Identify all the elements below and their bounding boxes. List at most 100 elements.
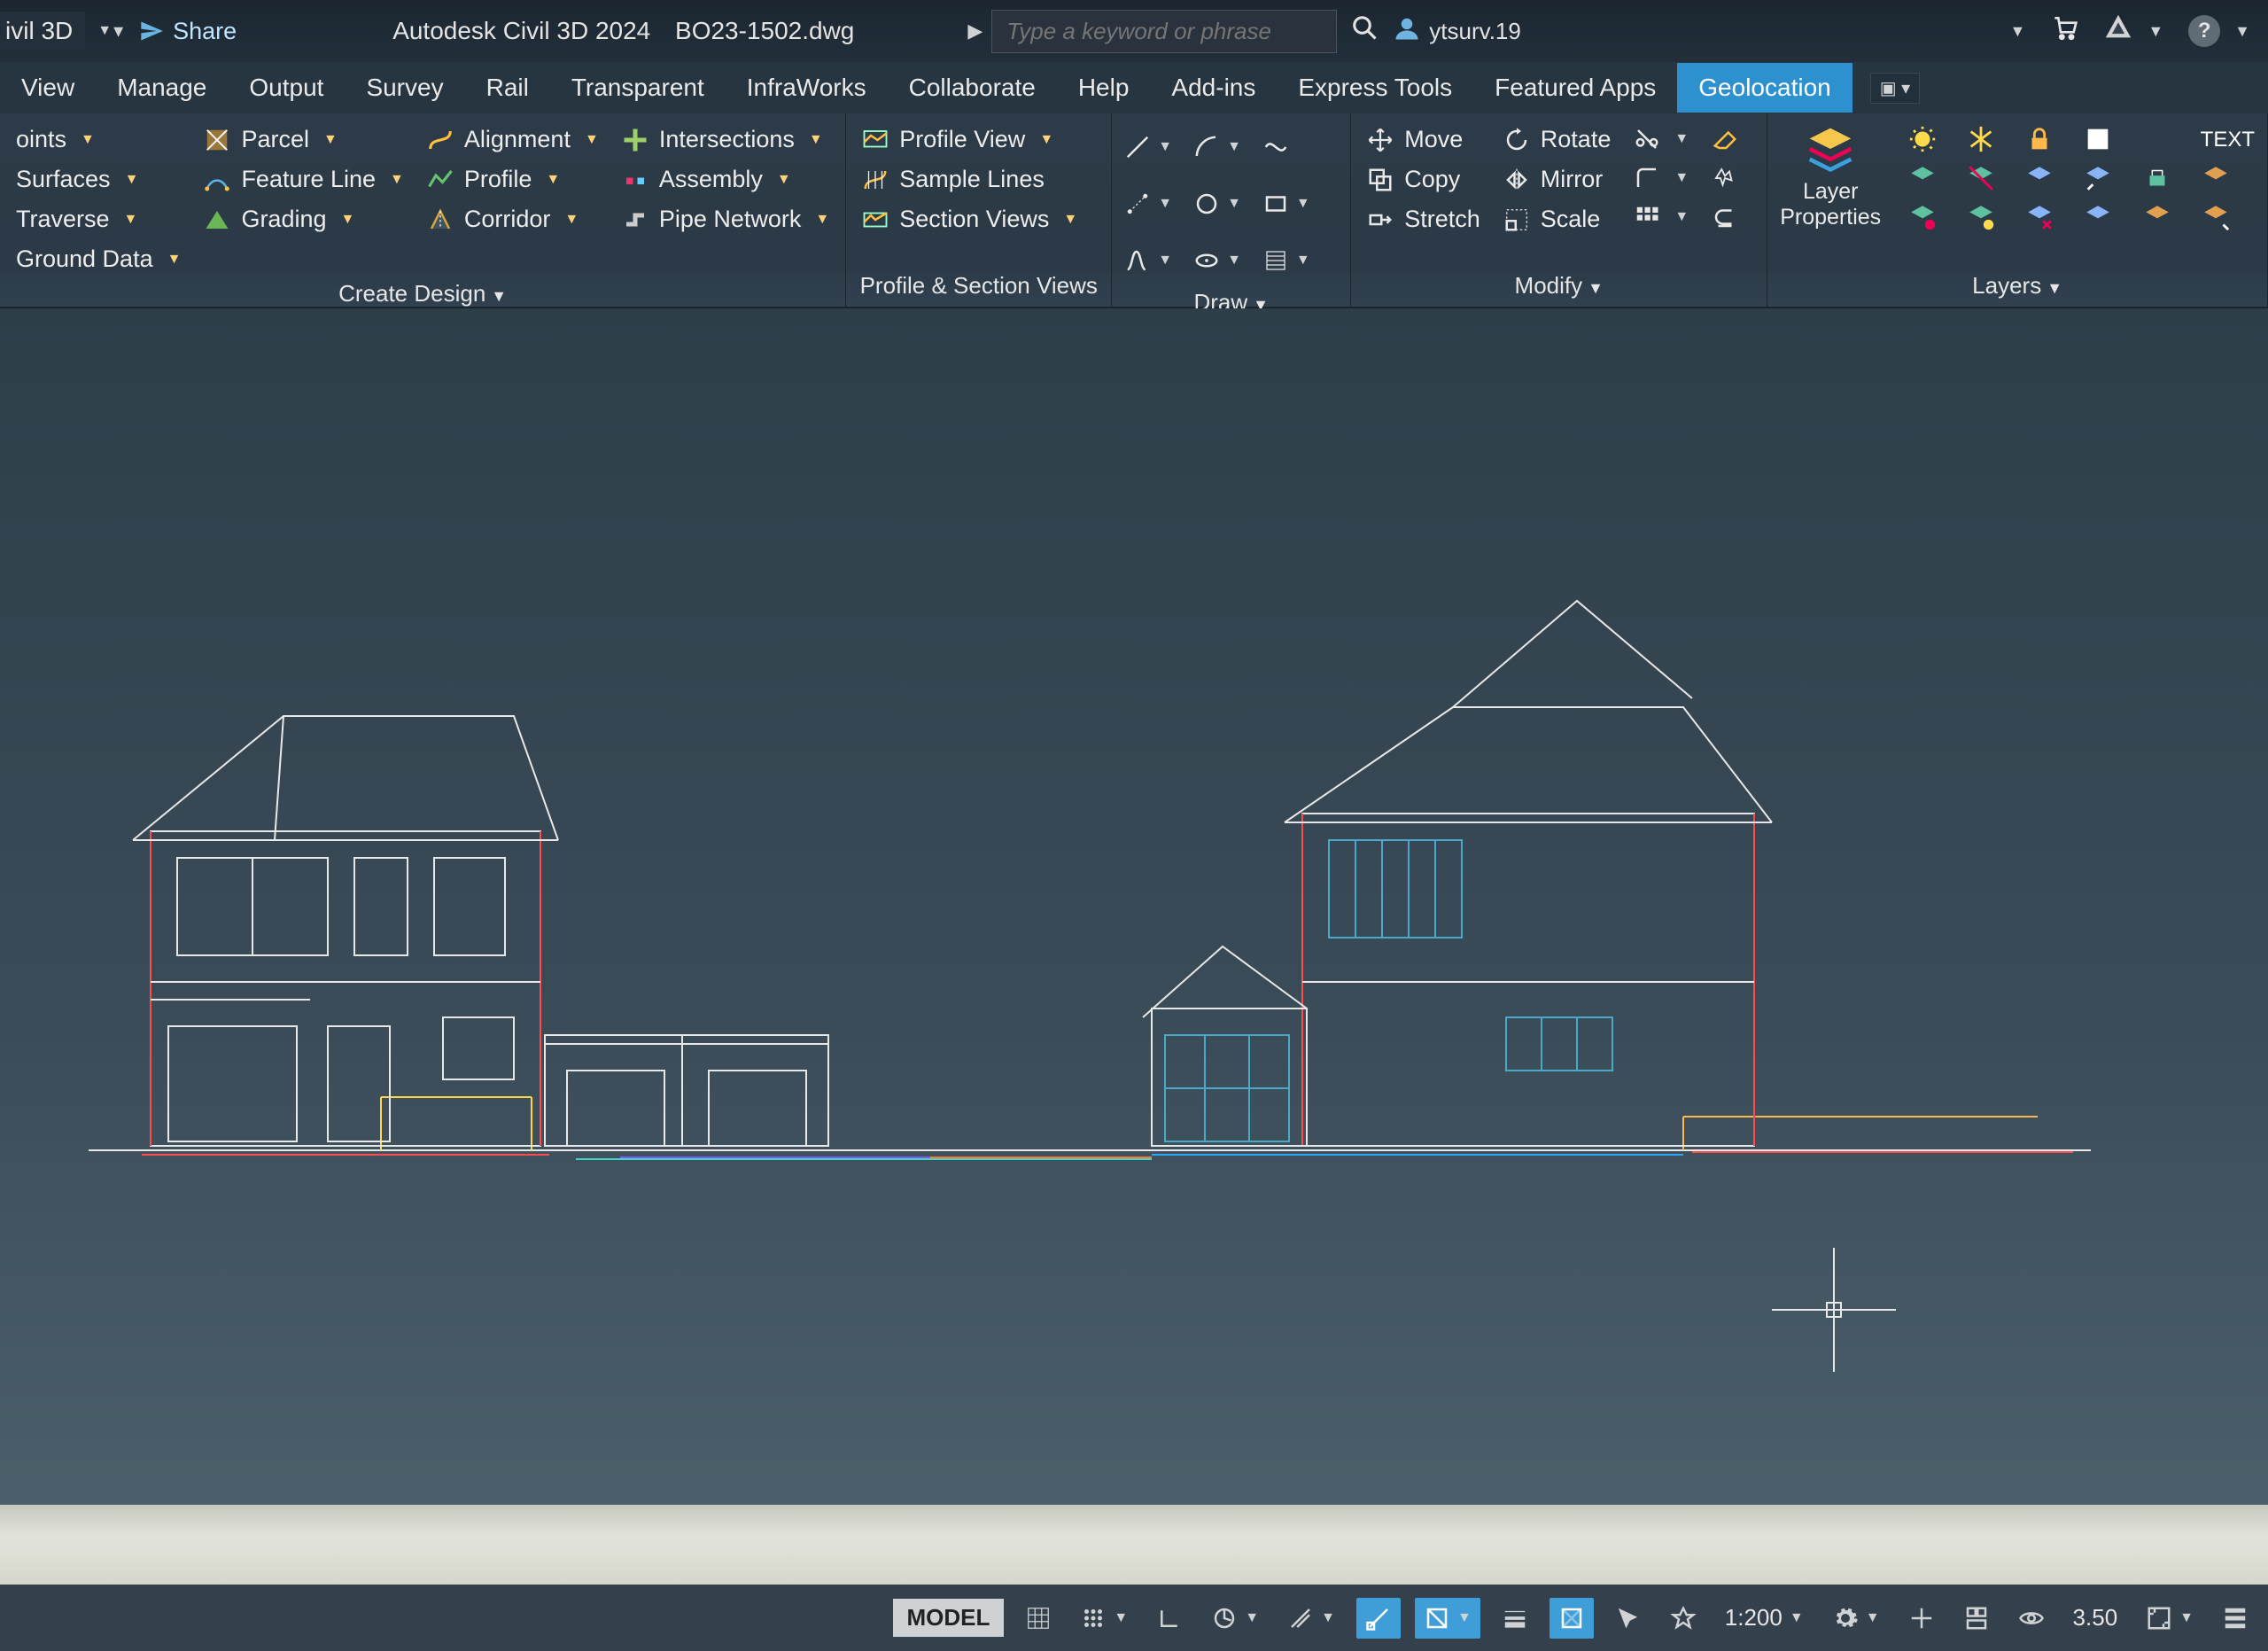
annotation-toggle[interactable] <box>1663 1601 1704 1635</box>
layer-del-icon[interactable] <box>2024 202 2054 232</box>
tab-output[interactable]: Output <box>228 63 345 113</box>
snap-mode-toggle[interactable]: ▼ <box>1073 1601 1135 1635</box>
user-dropdown-icon[interactable]: ▼ <box>2010 22 2026 41</box>
lineweight-value[interactable]: 3.50 <box>2066 1600 2125 1635</box>
stretch-button[interactable]: Stretch <box>1363 204 1484 235</box>
panel-layers-title[interactable]: Layers▼ <box>1780 267 2255 305</box>
erase-button[interactable] <box>1708 124 1742 154</box>
layer-iso-icon[interactable] <box>1907 163 1938 193</box>
ellipse-tool[interactable]: ▼ <box>1193 247 1241 274</box>
sample-lines-button[interactable]: Sample Lines <box>858 164 1081 195</box>
traverse-button[interactable]: Traverse▼ <box>12 204 184 235</box>
nurbs-tool[interactable]: ▼ <box>1124 191 1172 217</box>
search-icon[interactable] <box>1351 14 1378 48</box>
tab-rail[interactable]: Rail <box>465 63 550 113</box>
layer-walk-icon[interactable] <box>2024 163 2054 193</box>
circle-tool[interactable]: ▼ <box>1193 191 1241 217</box>
layer-properties-button[interactable]: Layer Properties <box>1780 124 1881 230</box>
tab-help[interactable]: Help <box>1057 63 1151 113</box>
lineweight-toggle[interactable] <box>1495 1601 1535 1635</box>
help-dropdown-icon[interactable]: ▼ <box>2234 22 2250 41</box>
clean-screen-icon[interactable]: ▼ <box>2139 1601 2201 1635</box>
alignment-button[interactable]: Alignment▼ <box>423 124 602 155</box>
layer-on-icon[interactable] <box>1907 124 1938 154</box>
annotation-scale[interactable]: 1:200▼ <box>1718 1600 1811 1635</box>
isodraft-toggle[interactable]: ▼ <box>1280 1601 1342 1635</box>
workspace-gear-icon[interactable]: ▼ <box>1825 1601 1887 1635</box>
tab-manage[interactable]: Manage <box>96 63 228 113</box>
text-label[interactable]: TEXT <box>2201 124 2255 156</box>
osnap3d-toggle[interactable]: ▼ <box>1415 1598 1480 1639</box>
layer-off-icon[interactable] <box>1907 202 1938 232</box>
explode-button[interactable] <box>1708 163 1742 193</box>
share-button[interactable]: Share <box>132 14 244 49</box>
grid-display-toggle[interactable] <box>1018 1601 1059 1635</box>
help-icon[interactable]: ? <box>2188 15 2220 47</box>
assembly-button[interactable]: Assembly▼ <box>618 164 833 195</box>
layer-lock-icon[interactable] <box>2024 124 2054 154</box>
layer-uniso-icon[interactable] <box>1966 163 1996 193</box>
layer-merge-icon[interactable] <box>2142 163 2172 193</box>
mirror-button[interactable]: Mirror <box>1500 164 1615 195</box>
panel-modify-title[interactable]: Modify▼ <box>1363 267 1754 305</box>
drawing-canvas[interactable] <box>0 308 2268 1505</box>
array-button[interactable]: ▼ <box>1630 202 1692 232</box>
layer-color-icon[interactable] <box>2083 124 2113 154</box>
workspace-dropdown-icon[interactable]: ▼ <box>97 23 112 39</box>
qat-pin-icon[interactable]: ▾ <box>113 19 123 43</box>
points-button[interactable]: oints▼ <box>12 124 184 155</box>
tabs-overflow-button[interactable]: ▣ ▾ <box>1870 73 1921 104</box>
layer-make-icon[interactable] <box>2201 202 2231 232</box>
rotate-button[interactable]: Rotate <box>1500 124 1615 155</box>
tab-view[interactable]: View <box>0 63 96 113</box>
layer-thaw-icon[interactable] <box>1966 202 1996 232</box>
panel-create-design-title[interactable]: Create Design▼ <box>12 275 833 313</box>
fillet-button[interactable]: ▼ <box>1630 163 1692 193</box>
feature-line-button[interactable]: Feature Line▼ <box>200 164 407 195</box>
ground-data-button[interactable]: Ground Data▼ <box>12 244 184 275</box>
tab-geolocation[interactable]: Geolocation <box>1677 63 1852 113</box>
autodesk-logo-icon[interactable] <box>2103 12 2133 50</box>
pipe-network-button[interactable]: Pipe Network▼ <box>618 204 833 235</box>
isolate-objects-icon[interactable] <box>2011 1601 2052 1635</box>
scale-button[interactable]: Scale <box>1500 204 1615 235</box>
transparency-toggle[interactable] <box>1550 1598 1594 1639</box>
tab-addins[interactable]: Add-ins <box>1150 63 1277 113</box>
tab-featured-apps[interactable]: Featured Apps <box>1473 63 1677 113</box>
quick-properties-icon[interactable] <box>1956 1601 1997 1635</box>
annotation-monitor-icon[interactable] <box>1901 1601 1942 1635</box>
layer-mprop-icon[interactable] <box>2142 202 2172 232</box>
reverse-curve-tool[interactable] <box>1262 134 1310 160</box>
tab-infraworks[interactable]: InfraWorks <box>726 63 888 113</box>
corridor-button[interactable]: Corridor▼ <box>423 204 602 235</box>
surfaces-button[interactable]: Surfaces▼ <box>12 164 184 195</box>
copy-button[interactable]: Copy <box>1363 164 1484 195</box>
ortho-toggle[interactable] <box>1149 1601 1190 1635</box>
model-space-button[interactable]: MODEL <box>893 1599 1005 1637</box>
customize-icon[interactable] <box>2215 1601 2256 1635</box>
polar-tracking-toggle[interactable]: ▼ <box>1204 1601 1266 1635</box>
workspace-switcher[interactable]: ivil 3D <box>0 12 85 51</box>
trim-button[interactable]: ▼ <box>1630 124 1692 154</box>
rectangle-tool[interactable]: ▼ <box>1262 191 1310 217</box>
tab-transparent[interactable]: Transparent <box>550 63 726 113</box>
user-menu[interactable]: ytsurv.19 <box>1394 15 1521 48</box>
grading-button[interactable]: Grading▼ <box>200 204 407 235</box>
bestfit-tool[interactable]: ▼ <box>1124 247 1172 274</box>
move-button[interactable]: Move <box>1363 124 1484 155</box>
text-style-icon[interactable] <box>2142 124 2172 154</box>
layer-copy-icon[interactable] <box>2083 202 2113 232</box>
layer-match-icon[interactable] <box>2201 163 2231 193</box>
cart-icon[interactable] <box>2050 13 2078 49</box>
section-views-button[interactable]: Section Views▼ <box>858 204 1081 235</box>
tab-survey[interactable]: Survey <box>345 63 464 113</box>
profile-view-button[interactable]: Profile View▼ <box>858 124 1081 155</box>
arc-tool[interactable]: ▼ <box>1193 134 1241 160</box>
layer-freeze-icon[interactable] <box>1966 124 1996 154</box>
osnap-toggle[interactable] <box>1356 1598 1401 1639</box>
selection-cycling-toggle[interactable] <box>1608 1601 1649 1635</box>
tab-express-tools[interactable]: Express Tools <box>1277 63 1473 113</box>
intersections-button[interactable]: Intersections▼ <box>618 124 833 155</box>
search-input[interactable] <box>991 10 1337 53</box>
tab-collaborate[interactable]: Collaborate <box>888 63 1057 113</box>
